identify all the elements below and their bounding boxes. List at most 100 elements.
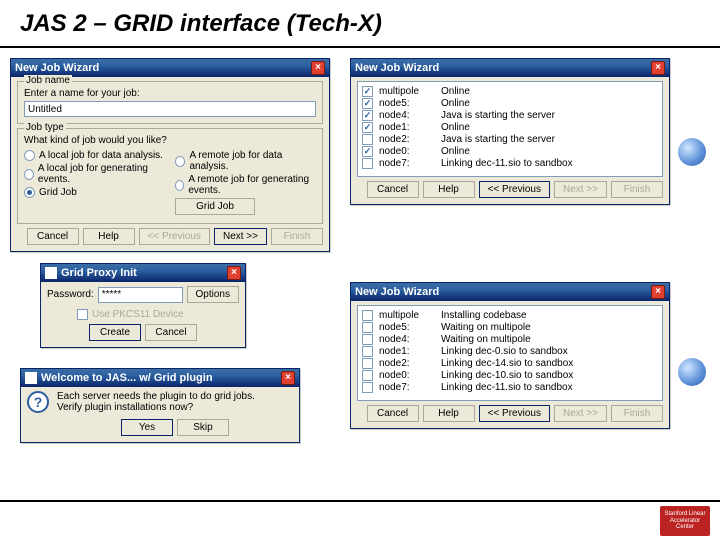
skip-button[interactable]: Skip — [177, 419, 229, 436]
close-icon[interactable]: × — [311, 61, 325, 75]
finish-button[interactable]: Finish — [271, 228, 323, 245]
jobname-input[interactable]: Untitled — [24, 101, 316, 117]
options-button[interactable]: Options — [187, 286, 239, 303]
node-name: node0: — [379, 370, 435, 381]
cancel-button[interactable]: Cancel — [27, 228, 79, 245]
radio-label: A remote job for generating events. — [188, 174, 316, 196]
cancel-button[interactable]: Cancel — [145, 324, 197, 341]
radio-label: A remote job for data analysis. — [189, 150, 316, 172]
close-icon[interactable]: × — [281, 371, 295, 385]
node-checkbox[interactable] — [362, 310, 373, 321]
node-checkbox[interactable] — [362, 322, 373, 333]
radio-grid-job[interactable] — [24, 187, 35, 198]
node-checkbox[interactable] — [362, 98, 373, 109]
info-icon: ? — [27, 391, 49, 413]
node-status: Online — [441, 146, 470, 157]
jobname-legend: Job name — [24, 75, 72, 86]
node-status: Waiting on multipole — [441, 322, 531, 333]
previous-button[interactable]: << Previous — [479, 405, 550, 422]
password-label: Password: — [47, 289, 94, 300]
node-status: Linking dec-11.sio to sandbox — [441, 382, 573, 393]
node-list[interactable]: multipole Online node5: Online node4: Java … — [357, 81, 663, 177]
window-nodes-1: New Job Wizard × multipole Online node5: O… — [350, 58, 670, 205]
titlebar[interactable]: Welcome to JAS... w/ Grid plugin × — [21, 369, 299, 387]
globe-icon — [678, 138, 706, 166]
node-name: node5: — [379, 322, 435, 333]
node-checkbox[interactable] — [362, 370, 373, 381]
titlebar[interactable]: Grid Proxy Init × — [41, 264, 245, 282]
radio-remote-analysis[interactable] — [175, 156, 185, 167]
node-checkbox[interactable] — [362, 158, 373, 169]
node-checkbox[interactable] — [362, 146, 373, 157]
titlebar-text: Grid Proxy Init — [61, 267, 137, 279]
node-name: node7: — [379, 382, 435, 393]
titlebar[interactable]: New Job Wizard × — [351, 59, 669, 77]
close-icon[interactable]: × — [227, 266, 241, 280]
node-checkbox[interactable] — [362, 134, 373, 145]
node-checkbox[interactable] — [362, 382, 373, 393]
node-status: Linking dec-14.sio to sandbox — [441, 358, 573, 369]
node-checkbox[interactable] — [362, 86, 373, 97]
titlebar-text: New Job Wizard — [355, 62, 439, 74]
titlebar-text: New Job Wizard — [15, 62, 99, 74]
welcome-line1: Each server needs the plugin to do grid … — [57, 391, 293, 402]
previous-button[interactable]: << Previous — [139, 228, 210, 245]
help-button[interactable]: Help — [423, 181, 475, 198]
node-status: Online — [441, 98, 470, 109]
finish-button[interactable]: Finish — [611, 405, 663, 422]
node-list[interactable]: multipoleInstalling codebase node5:Waiti… — [357, 305, 663, 401]
node-name: node2: — [379, 358, 435, 369]
node-checkbox[interactable] — [362, 358, 373, 369]
node-status: Online — [441, 122, 470, 133]
window-nodes-2: New Job Wizard × multipoleInstalling cod… — [350, 282, 670, 429]
jobname-prompt: Enter a name for your job: — [24, 88, 316, 99]
slac-logo: Stanford Linear Accelerator Center — [660, 506, 710, 536]
node-checkbox[interactable] — [362, 122, 373, 133]
next-button[interactable]: Next >> — [214, 228, 267, 245]
node-name: node5: — [379, 98, 435, 109]
globe-icon — [678, 358, 706, 386]
radio-remote-generate[interactable] — [175, 180, 184, 191]
node-checkbox[interactable] — [362, 110, 373, 121]
cancel-button[interactable]: Cancel — [367, 405, 419, 422]
help-button[interactable]: Help — [83, 228, 135, 245]
node-checkbox[interactable] — [362, 346, 373, 357]
titlebar[interactable]: New Job Wizard × — [351, 283, 669, 301]
previous-button[interactable]: << Previous — [479, 181, 550, 198]
node-checkbox[interactable] — [362, 334, 373, 345]
yes-button[interactable]: Yes — [121, 419, 173, 436]
node-status: Installing codebase — [441, 310, 527, 321]
node-name: node2: — [379, 134, 435, 145]
next-button[interactable]: Next >> — [554, 181, 607, 198]
node-status: Linking dec-0.sio to sandbox — [441, 346, 568, 357]
help-button[interactable]: Help — [423, 405, 475, 422]
node-name: node4: — [379, 110, 435, 121]
cancel-button[interactable]: Cancel — [367, 181, 419, 198]
radio-local-analysis[interactable] — [24, 150, 35, 161]
canvas: New Job Wizard × Job name Enter a name f… — [10, 58, 710, 508]
radio-local-generate[interactable] — [24, 169, 34, 180]
pkcs11-checkbox[interactable] — [77, 309, 88, 320]
node-name: node4: — [379, 334, 435, 345]
welcome-line2: Verify plugin installations now? — [57, 402, 293, 413]
close-icon[interactable]: × — [651, 285, 665, 299]
password-input[interactable]: ***** — [98, 287, 183, 303]
next-button[interactable]: Next >> — [554, 405, 607, 422]
node-name: node0: — [379, 146, 435, 157]
jobtype-prompt: What kind of job would you like? — [24, 135, 316, 146]
app-icon — [25, 372, 37, 384]
radio-label: A local job for data analysis. — [39, 150, 163, 161]
pkcs11-label: Use PKCS11 Device — [92, 309, 184, 320]
node-name: multipole — [379, 86, 435, 97]
node-status: Java is starting the server — [441, 110, 555, 121]
finish-button[interactable]: Finish — [611, 181, 663, 198]
node-status: Linking dec-10.sio to sandbox — [441, 370, 573, 381]
grid-job-button[interactable]: Grid Job — [175, 198, 255, 215]
titlebar-text: New Job Wizard — [355, 286, 439, 298]
radio-label: Grid Job — [39, 187, 77, 198]
close-icon[interactable]: × — [651, 61, 665, 75]
footer-rule — [0, 500, 720, 502]
node-name: node1: — [379, 346, 435, 357]
titlebar-text: Welcome to JAS... w/ Grid plugin — [41, 372, 213, 384]
create-button[interactable]: Create — [89, 324, 141, 341]
